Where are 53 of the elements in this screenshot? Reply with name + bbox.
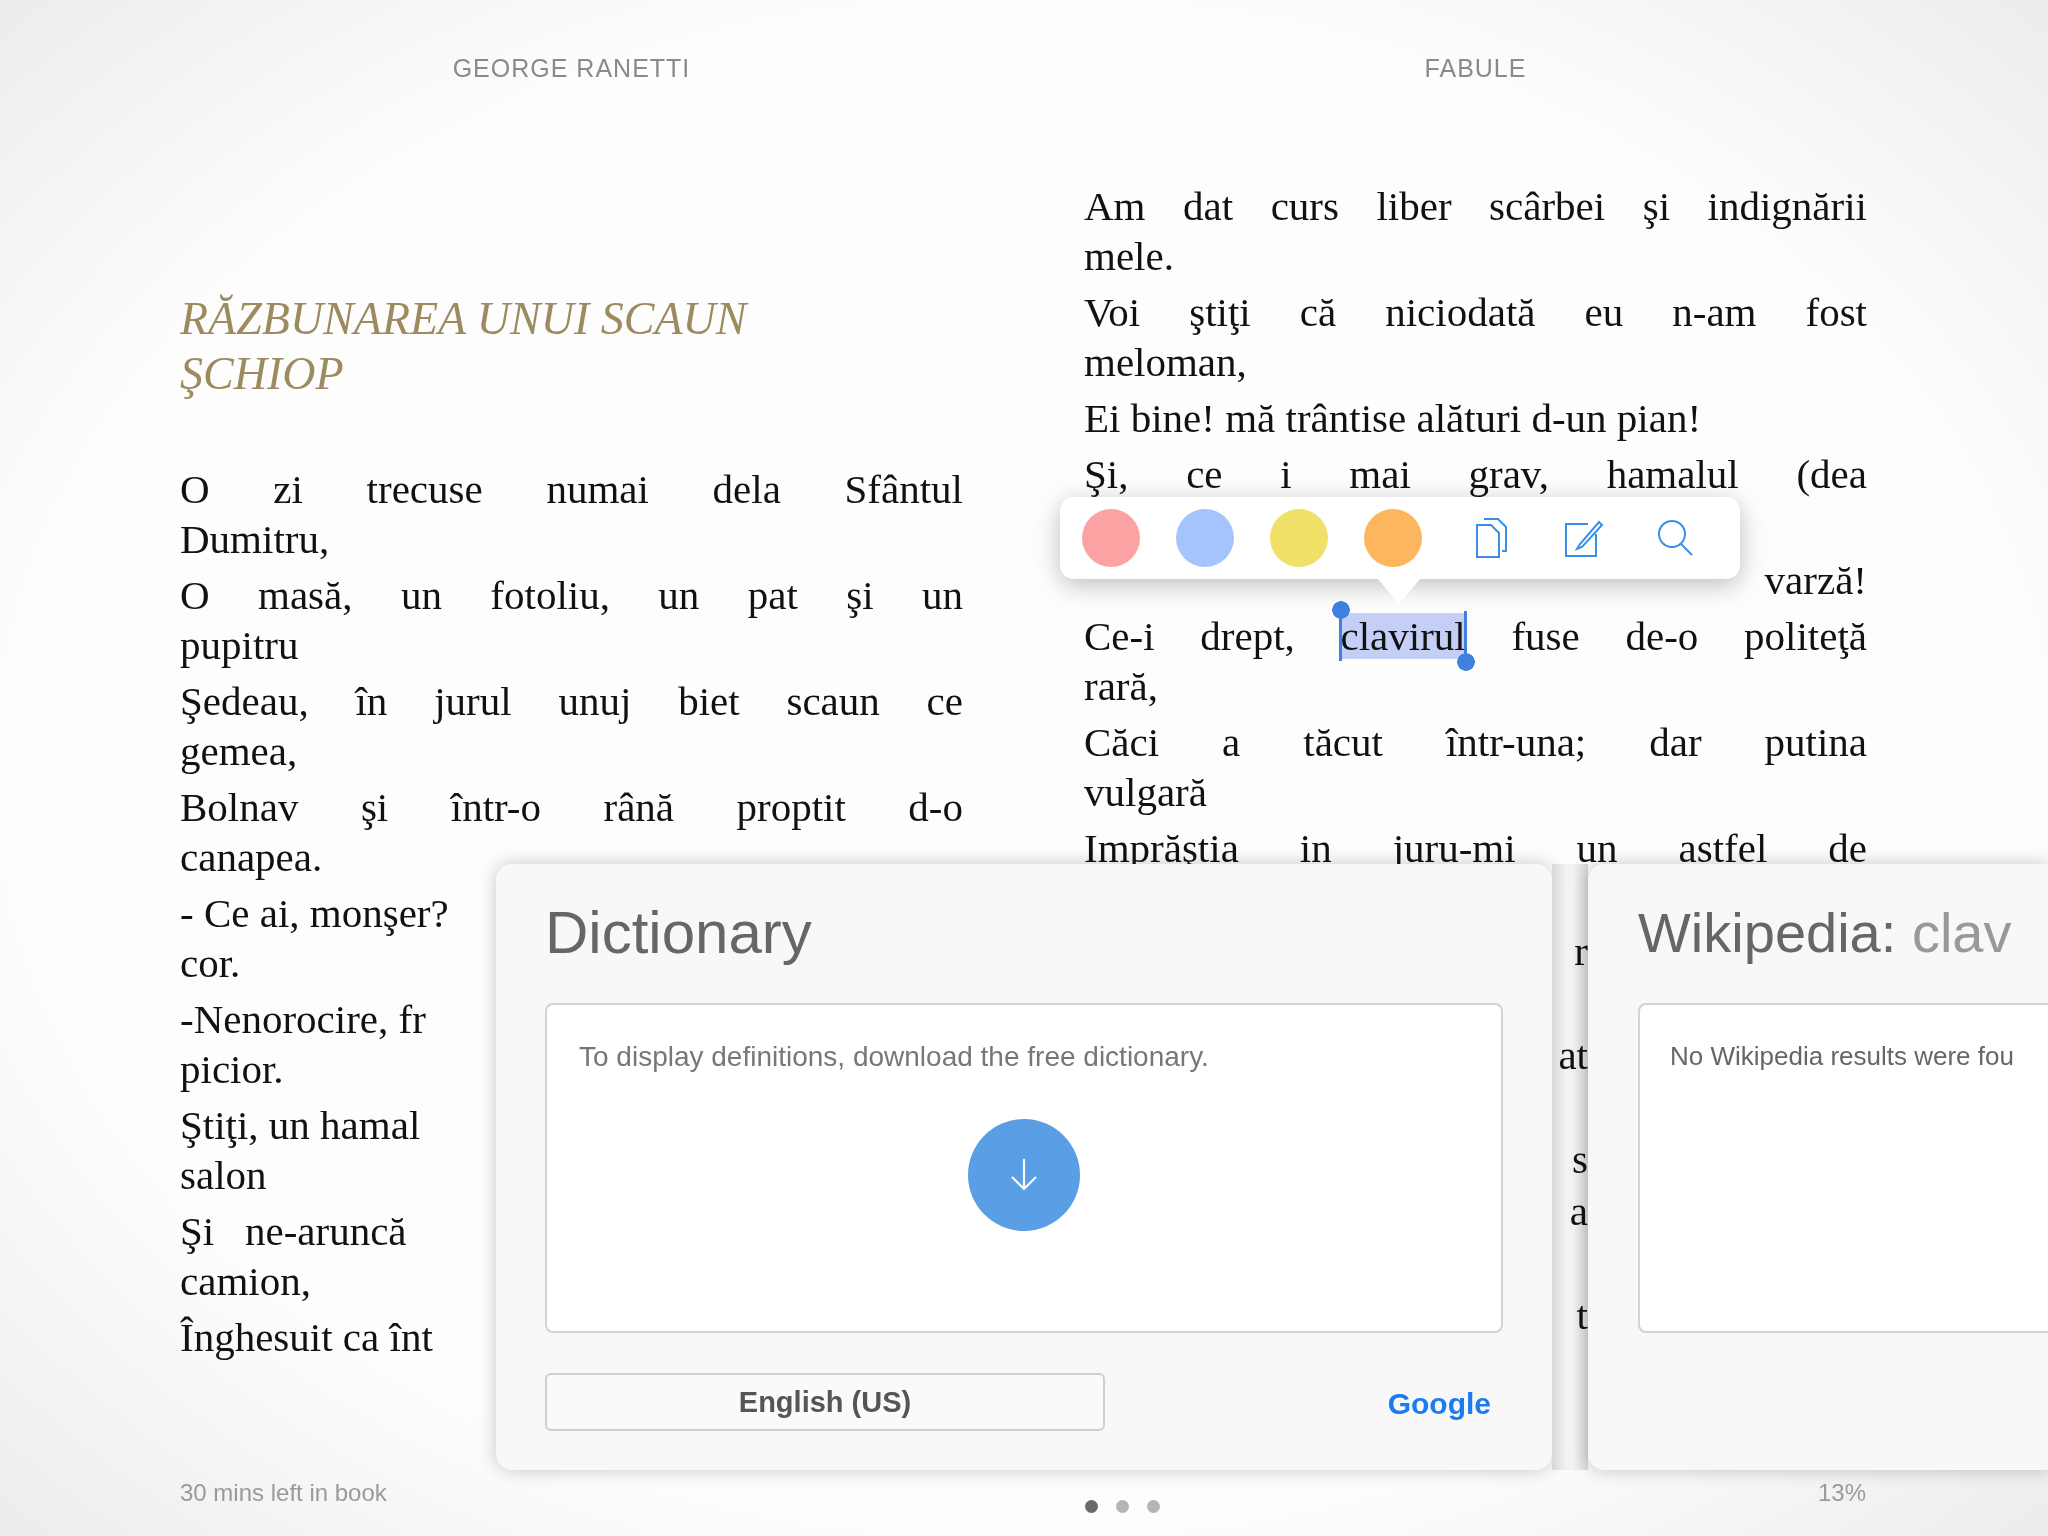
verse-line: Ei bine! mă trântise alături d-un pian! [1084,394,1702,443]
verse-fragment: t [1576,1291,1588,1340]
verse-line: Voi ştiţi că niciodată eu n-am fost [1084,288,1867,337]
verse-line: Am dat curs liber scârbei şi indignării [1084,182,1867,231]
chapter-title: RĂZBUNAREA UNUI SCAUN ŞCHIOP [180,292,750,401]
verse-line: vulgară [1084,768,1207,817]
verse-line: camion, [180,1257,311,1306]
page-indicator-dot[interactable] [1146,1500,1160,1513]
verse-line: O masă, un fotoliu, un pat şi un [180,571,963,620]
time-left-label: 30 mins left in book [180,1478,387,1507]
verse-line: rară, [1084,662,1158,711]
selected-word[interactable]: clavirul [1330,599,1476,673]
search-term: clav [1911,901,2012,964]
verse-fragment: r [1574,927,1588,976]
verse-line: - Ce ai, monşer? [180,889,449,938]
verse-line: pupitru [180,621,299,670]
verse-line: Şi ne-aruncă [180,1207,407,1256]
verse-line: salon [180,1151,267,1200]
dictionary-title: Dictionary [545,898,813,968]
language-button[interactable]: English (US) [545,1373,1105,1431]
verse-fragment: at [1558,1031,1588,1080]
page-indicator-dot[interactable] [1115,1500,1129,1513]
verse-line: Imprăştia in juru-mi un astfel de [1084,824,1867,873]
progress-label: 13% [1817,1478,1866,1507]
verse-line: Ştiţi, un hamal [180,1101,421,1150]
google-link[interactable]: Google [1387,1387,1491,1421]
verse-line: O zi trecuse numai dela Sfântul [180,465,963,514]
verse-line: canapea. [180,833,323,882]
verse-text: Ce-i drept, [1084,613,1296,659]
verse-fragment: s [1571,1135,1588,1184]
verse-line: -Nenorocire, fr [180,995,426,1044]
wikipedia-title: Wikipedia: [1638,901,1897,964]
verse-line: varză! [1764,556,1867,605]
verse-line: mele. [1084,232,1174,281]
book-header: FABULE [1423,53,1528,84]
verse-line: Bolnav şi într-o rână proptit d-o [180,783,963,832]
verse-fragment: a [1569,1187,1588,1236]
verse-line: Şi, ce i mai grav, hamalul (dea [1084,450,1867,499]
verse-line: Înghesuit ca înt [180,1313,433,1362]
verse-line: cor. [180,939,241,988]
verse-line: Şedeau, în jurul unuj biet scaun ce [180,677,963,726]
verse-line: gemea, [180,727,298,776]
definition-message: To display definitions, download the free dictionary. [579,1041,1209,1073]
verse-text: fuse de-o politeţă [1510,613,1867,659]
author-header: GEORGE RANETTI [451,53,692,84]
page-indicator-dot[interactable] [1084,1500,1098,1513]
verse-line: Căci a tăcut într-una; dar putina [1084,718,1867,767]
highlight-color-swatch[interactable] [1364,509,1422,567]
verse-line: picior. [180,1045,284,1094]
highlight-color-swatch[interactable] [1270,509,1328,567]
verse-line: Dumitru, [180,515,330,564]
results-message: No Wikipedia results were fou [1670,1041,2014,1072]
verse-line: meloman, [1084,338,1247,387]
